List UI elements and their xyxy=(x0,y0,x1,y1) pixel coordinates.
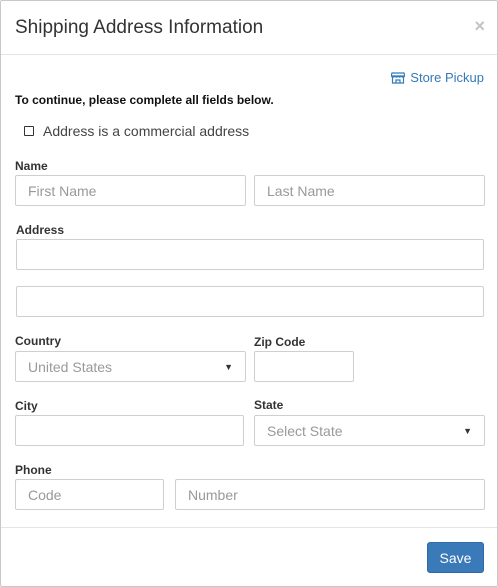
dialog-header: Shipping Address Information × xyxy=(1,1,497,55)
address-label: Address xyxy=(16,223,65,237)
storefront-icon xyxy=(391,71,406,84)
country-label: Country xyxy=(15,334,61,348)
form-instructions: To continue, please complete all fields … xyxy=(15,93,274,107)
commercial-address-label[interactable]: Address is a commercial address xyxy=(43,123,249,139)
store-pickup-link[interactable]: Store Pickup xyxy=(391,70,484,85)
commercial-address-row: Address is a commercial address xyxy=(24,123,249,139)
state-select[interactable]: Select State ▼ xyxy=(254,415,485,446)
phone-code-input[interactable]: Code xyxy=(15,479,164,510)
state-selected-value: Select State xyxy=(267,422,343,439)
state-label: State xyxy=(254,398,284,412)
zip-code-label: Zip Code xyxy=(254,335,306,349)
commercial-address-checkbox[interactable] xyxy=(24,126,34,136)
name-label: Name xyxy=(15,159,48,173)
city-input[interactable] xyxy=(15,415,244,446)
country-selected-value: United States xyxy=(28,358,113,375)
shipping-address-dialog: Shipping Address Information × Store Pic… xyxy=(0,0,498,587)
store-pickup-label: Store Pickup xyxy=(410,70,484,85)
dialog-title: Shipping Address Information xyxy=(15,17,264,38)
chevron-down-icon: ▼ xyxy=(463,425,472,436)
phone-label: Phone xyxy=(15,463,52,477)
address-line1-input[interactable] xyxy=(16,239,484,270)
save-button[interactable]: Save xyxy=(427,542,484,573)
first-name-input[interactable]: First Name xyxy=(15,175,246,206)
address-line2-input[interactable] xyxy=(16,286,484,317)
zip-code-input[interactable] xyxy=(254,351,354,382)
last-name-input[interactable]: Last Name xyxy=(254,175,485,206)
close-icon[interactable]: × xyxy=(474,17,485,35)
chevron-down-icon: ▼ xyxy=(224,361,233,372)
country-select[interactable]: United States ▼ xyxy=(15,351,246,382)
phone-number-input[interactable]: Number xyxy=(175,479,485,510)
city-label: City xyxy=(15,399,38,413)
dialog-footer xyxy=(1,527,497,587)
